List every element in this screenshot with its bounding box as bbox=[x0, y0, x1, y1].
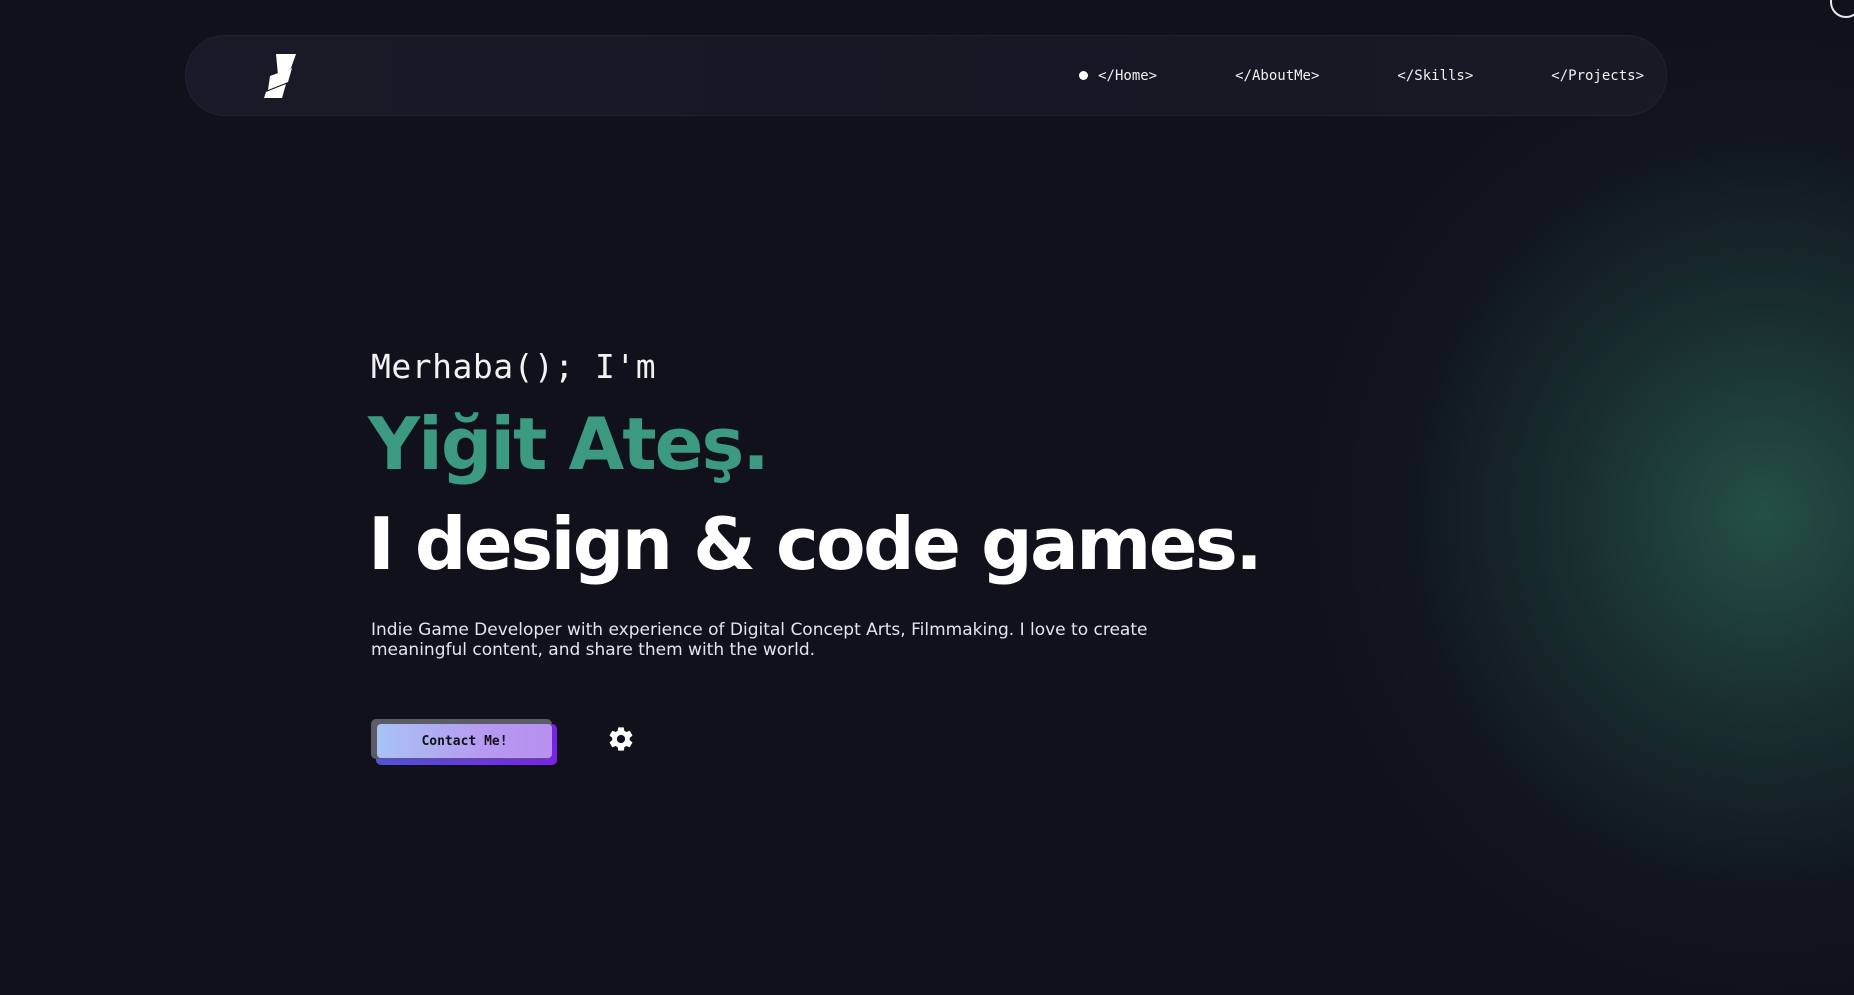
lightning-bolt-logo-icon[interactable] bbox=[262, 52, 298, 100]
hero-actions: Contact Me! bbox=[371, 719, 671, 769]
hero-tagline: I design & code games. bbox=[368, 502, 1263, 586]
nav-item-label: </Home> bbox=[1098, 67, 1158, 84]
nav-item-label: </Projects> bbox=[1551, 67, 1644, 84]
nav-item-label: </AboutMe> bbox=[1235, 67, 1320, 84]
contact-me-label: Contact Me! bbox=[377, 724, 552, 758]
nav-item-aboutme[interactable]: </AboutMe> bbox=[1235, 68, 1319, 84]
greeting-text: Merhaba(); I'm bbox=[371, 347, 657, 386]
cursor-ring-icon bbox=[1830, 0, 1854, 18]
nav-item-home[interactable]: </Home> bbox=[1079, 68, 1157, 84]
hero-description: Indie Game Developer with experience of … bbox=[371, 620, 1148, 660]
page: </Home> </AboutMe> </Skills> </Projects>… bbox=[0, 0, 1854, 995]
nav-item-projects[interactable]: </Projects> bbox=[1551, 68, 1644, 84]
background-glow bbox=[1314, 40, 1854, 990]
active-indicator-dot-icon bbox=[1079, 71, 1089, 80]
nav-item-label: </Skills> bbox=[1397, 67, 1474, 84]
contact-me-button[interactable]: Contact Me! bbox=[371, 719, 557, 765]
hero-name: Yiğit Ateş. bbox=[368, 402, 770, 486]
navbar: </Home> </AboutMe> </Skills> </Projects> bbox=[185, 35, 1667, 116]
hero-section: Merhaba(); I'm Yiğit Ateş. I design & co… bbox=[368, 340, 1271, 660]
nav-links: </Home> </AboutMe> </Skills> </Projects> bbox=[1079, 36, 1644, 115]
nav-item-skills[interactable]: </Skills> bbox=[1397, 68, 1473, 84]
gear-icon[interactable] bbox=[607, 725, 635, 753]
